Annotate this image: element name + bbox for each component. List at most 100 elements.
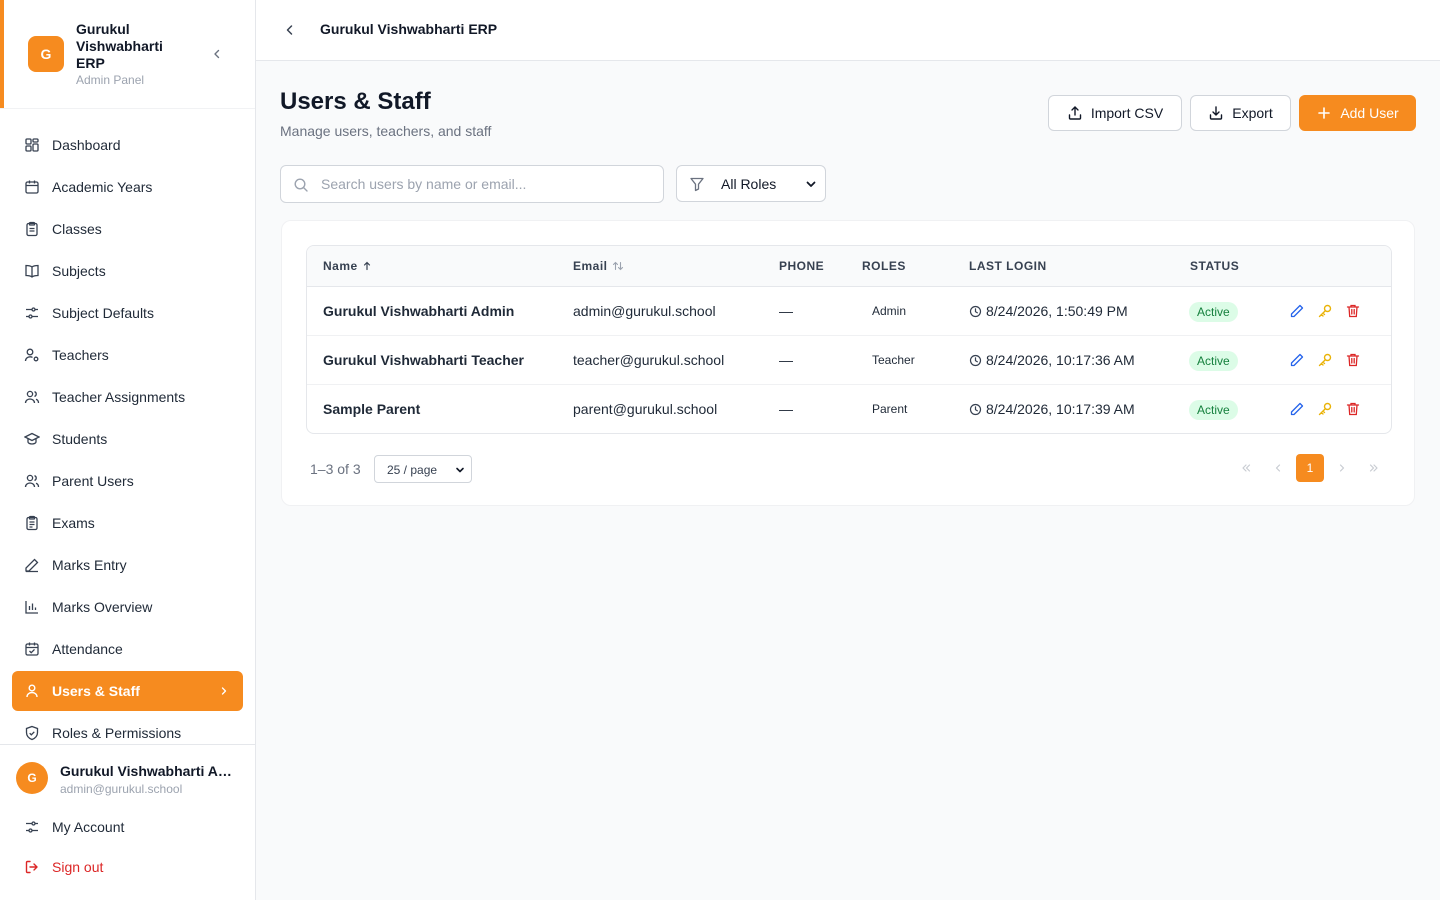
key-icon	[1318, 402, 1332, 416]
add-user-button[interactable]: Add User	[1299, 95, 1416, 131]
page-size-select[interactable]: 25 / page	[374, 455, 472, 483]
user-role-cell: Teacher	[872, 353, 915, 367]
sidebar-item-label: Attendance	[52, 641, 123, 657]
sort-ascending-icon	[362, 260, 372, 274]
sidebar-item-academic-years[interactable]: Academic Years	[12, 167, 243, 207]
sidebar-user-block: G Gurukul Vishwabharti Admin admin@guruk…	[0, 744, 255, 900]
status-badge: Active	[1189, 351, 1238, 371]
add-user-label: Add User	[1340, 105, 1399, 121]
sidebar-item-teachers[interactable]: Teachers	[12, 335, 243, 375]
filter-icon	[690, 177, 704, 192]
sidebar-item-parent-users[interactable]: Parent Users	[12, 461, 243, 501]
calendar-icon	[24, 179, 40, 195]
sidebar-item-label: Students	[52, 431, 108, 447]
table-row: Sample Parent parent@gurukul.school — Pa…	[307, 385, 1391, 433]
user-last-login-cell: 8/24/2026, 1:50:49 PM	[969, 303, 1128, 319]
edit-user-button[interactable]	[1288, 400, 1306, 418]
column-header-last-login: LAST LOGIN	[969, 259, 1047, 273]
first-page-button[interactable]	[1232, 454, 1260, 482]
clock-icon	[969, 354, 982, 367]
sidebar-item-attendance[interactable]: Attendance	[12, 629, 243, 669]
pagination-range: 1–3 of 3	[310, 461, 361, 477]
user-icon	[24, 683, 40, 699]
sign-out-button[interactable]: Sign out	[12, 849, 243, 885]
page-size-value: 25 / page	[387, 463, 438, 477]
import-csv-button[interactable]: Import CSV	[1048, 95, 1182, 131]
sidebar-item-label: Users & Staff	[52, 683, 140, 699]
column-header-label: Email	[573, 259, 608, 273]
sidebar-item-label: Roles & Permissions	[52, 725, 182, 741]
import-csv-label: Import CSV	[1090, 105, 1164, 121]
reset-password-button[interactable]	[1316, 351, 1334, 369]
edit-user-button[interactable]	[1288, 351, 1306, 369]
upload-icon	[1067, 105, 1083, 121]
delete-user-button[interactable]	[1344, 351, 1362, 369]
table-header: Name Email PHONE ROLES LAST LOGIN STATUS	[307, 246, 1391, 287]
sidebar-item-dashboard[interactable]: Dashboard	[12, 125, 243, 165]
sidebar-item-teacher-assignments[interactable]: Teacher Assignments	[12, 377, 243, 417]
my-account-link[interactable]: My Account	[12, 809, 243, 845]
delete-user-button[interactable]	[1344, 400, 1362, 418]
log-out-icon	[24, 859, 40, 875]
back-button[interactable]	[280, 20, 300, 40]
sidebar-item-marks-overview[interactable]: Marks Overview	[12, 587, 243, 627]
sidebar-item-subject-defaults[interactable]: Subject Defaults	[12, 293, 243, 333]
sidebar-item-classes[interactable]: Classes	[12, 209, 243, 249]
sidebar-item-users-staff[interactable]: Users & Staff	[12, 671, 243, 711]
sidebar-item-students[interactable]: Students	[12, 419, 243, 459]
collapse-sidebar-button[interactable]	[208, 45, 226, 63]
user-last-login-cell: 8/24/2026, 10:17:36 AM	[969, 352, 1135, 368]
sidebar: G Gurukul Vishwabharti ERP Admin Panel D…	[0, 0, 256, 900]
trash-icon	[1346, 304, 1360, 318]
sidebar-item-label: Marks Entry	[52, 557, 127, 573]
delete-user-button[interactable]	[1344, 302, 1362, 320]
sidebar-item-exams[interactable]: Exams	[12, 503, 243, 543]
last-page-button[interactable]	[1360, 454, 1388, 482]
edit-user-button[interactable]	[1288, 302, 1306, 320]
chevron-left-icon	[286, 25, 293, 35]
last-login-text: 8/24/2026, 10:17:39 AM	[986, 401, 1135, 417]
chevron-left-icon	[214, 49, 220, 59]
brand-subtitle: Admin Panel	[76, 73, 145, 87]
reset-password-button[interactable]	[1316, 302, 1334, 320]
export-label: Export	[1232, 105, 1273, 121]
page-subtitle: Manage users, teachers, and staff	[280, 123, 492, 139]
user-phone-cell: —	[779, 303, 793, 319]
column-header-email[interactable]: Email	[573, 259, 624, 274]
page-number-button[interactable]: 1	[1296, 454, 1324, 482]
next-page-button[interactable]	[1328, 454, 1356, 482]
search-box	[280, 165, 664, 203]
last-login-text: 8/24/2026, 1:50:49 PM	[986, 303, 1128, 319]
previous-page-button[interactable]	[1264, 454, 1292, 482]
chevrons-right-icon	[1369, 464, 1378, 472]
chevron-down-icon	[456, 467, 464, 473]
edit-icon	[1290, 353, 1304, 367]
users-table-card: Name Email PHONE ROLES LAST LOGIN STATUS…	[281, 220, 1415, 506]
clock-icon	[969, 305, 982, 318]
sidebar-item-subjects[interactable]: Subjects	[12, 251, 243, 291]
search-input[interactable]	[321, 166, 651, 202]
key-icon	[1318, 353, 1332, 367]
column-header-name[interactable]: Name	[323, 259, 372, 274]
role-filter-select[interactable]: All Roles	[676, 165, 826, 202]
column-header-phone: PHONE	[779, 259, 825, 273]
sidebar-item-label: Teacher Assignments	[52, 389, 186, 405]
users-table: Name Email PHONE ROLES LAST LOGIN STATUS…	[306, 245, 1392, 434]
chevrons-left-icon	[1242, 464, 1251, 472]
export-button[interactable]: Export	[1190, 95, 1291, 131]
sidebar-item-marks-entry[interactable]: Marks Entry	[12, 545, 243, 585]
sidebar-item-label: Parent Users	[52, 473, 134, 489]
users-icon	[24, 473, 40, 489]
download-icon	[1208, 105, 1224, 121]
sidebar-item-label: Classes	[52, 221, 102, 237]
bar-chart-icon	[24, 599, 40, 615]
role-filter-value: All Roles	[721, 176, 777, 192]
settings-sliders-icon	[24, 819, 40, 835]
user-email-cell: parent@gurukul.school	[573, 401, 718, 417]
user-name-cell: Gurukul Vishwabharti Admin	[323, 303, 515, 319]
reset-password-button[interactable]	[1316, 400, 1334, 418]
user-last-login-cell: 8/24/2026, 10:17:39 AM	[969, 401, 1135, 417]
trash-icon	[1346, 353, 1360, 367]
topbar-title: Gurukul Vishwabharti ERP	[320, 21, 498, 37]
column-header-status: STATUS	[1190, 259, 1240, 273]
